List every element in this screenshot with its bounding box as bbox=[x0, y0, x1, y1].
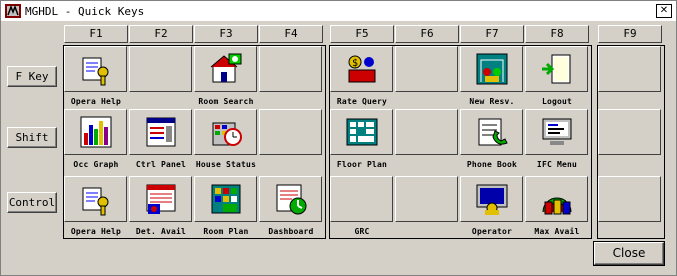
occupancy-graph-icon bbox=[80, 116, 111, 148]
fkey-header-f8: F8 bbox=[525, 25, 589, 43]
title-bar: MGHDL - Quick Keys ✕ bbox=[1, 1, 676, 21]
fkey-header-f3: F3 bbox=[194, 25, 258, 43]
detailed-availability-icon bbox=[146, 184, 175, 214]
quick-keys-window: MGHDL - Quick Keys ✕ F Key Shift Control… bbox=[0, 0, 677, 276]
quick-key-label: Floor Plan bbox=[336, 160, 388, 169]
quick-key-control-f9[interactable] bbox=[598, 176, 661, 222]
quick-key-shift-f4[interactable] bbox=[259, 109, 322, 155]
quick-key-control-f7[interactable] bbox=[460, 176, 523, 222]
quick-key-fkey-f1[interactable] bbox=[64, 46, 127, 92]
quick-key-control-f3[interactable] bbox=[194, 176, 257, 222]
quick-key-shift-f5[interactable] bbox=[330, 109, 393, 155]
logout-door-icon bbox=[541, 54, 570, 84]
quick-key-fkey-f4[interactable] bbox=[259, 46, 322, 92]
svg-text:$: $ bbox=[352, 58, 358, 69]
quick-key-label: Logout bbox=[541, 97, 573, 106]
quick-key-fkey-f3[interactable] bbox=[194, 46, 257, 92]
floor-plan-icon bbox=[346, 118, 377, 146]
max-availability-icon bbox=[542, 197, 571, 215]
room-plan-icon bbox=[211, 184, 240, 214]
quick-key-fkey-f5[interactable]: $ bbox=[330, 46, 393, 92]
quick-key-shift-f7[interactable] bbox=[460, 109, 523, 155]
quick-key-fkey-f8[interactable] bbox=[525, 46, 588, 92]
phone-book-icon bbox=[478, 118, 508, 146]
ifc-menu-icon bbox=[542, 118, 571, 145]
operator-icon bbox=[476, 184, 507, 215]
quick-key-fkey-f2[interactable] bbox=[129, 46, 192, 92]
rate-query-icon: $ bbox=[348, 55, 375, 83]
quick-key-label: GRC bbox=[354, 227, 370, 236]
fkey-row-button[interactable]: F Key bbox=[7, 66, 57, 87]
quick-key-control-f4[interactable] bbox=[259, 176, 322, 222]
quick-key-control-f2[interactable] bbox=[129, 176, 192, 222]
quick-key-shift-f1[interactable] bbox=[64, 109, 127, 155]
quick-key-label: House Status bbox=[195, 160, 257, 169]
quick-key-control-f1[interactable] bbox=[64, 176, 127, 222]
shift-row-button[interactable]: Shift bbox=[7, 127, 57, 148]
fkey-header-f9: F9 bbox=[598, 25, 662, 43]
dashboard-icon bbox=[276, 184, 306, 215]
help-book-key-icon bbox=[82, 187, 108, 216]
help-book-key-icon bbox=[82, 57, 108, 86]
new-reservation-icon bbox=[476, 53, 507, 85]
quick-key-control-f6[interactable] bbox=[395, 176, 458, 222]
fkey-header-f6: F6 bbox=[395, 25, 459, 43]
app-icon bbox=[5, 4, 21, 18]
quick-key-label: Room Search bbox=[198, 97, 254, 106]
quick-key-label: Opera Help bbox=[70, 97, 122, 106]
control-panel-icon bbox=[146, 117, 175, 147]
house-status-icon bbox=[212, 122, 242, 146]
control-row-button[interactable]: Control bbox=[7, 192, 57, 213]
quick-key-fkey-f7[interactable] bbox=[460, 46, 523, 92]
quick-key-control-f8[interactable] bbox=[525, 176, 588, 222]
fkey-header-f5: F5 bbox=[330, 25, 394, 43]
room-search-icon bbox=[210, 53, 241, 83]
quick-key-label: Max Avail bbox=[534, 227, 580, 236]
close-button[interactable]: Close bbox=[594, 242, 664, 265]
quick-key-control-f5[interactable] bbox=[330, 176, 393, 222]
fkey-header-f1: F1 bbox=[64, 25, 128, 43]
quick-key-fkey-f6[interactable] bbox=[395, 46, 458, 92]
quick-key-shift-f2[interactable] bbox=[129, 109, 192, 155]
quick-key-fkey-f9[interactable] bbox=[598, 46, 661, 92]
window-title: MGHDL - Quick Keys bbox=[25, 4, 145, 18]
close-icon[interactable]: ✕ bbox=[656, 4, 672, 18]
quick-key-label: Rate Query bbox=[336, 97, 388, 106]
quick-key-shift-f3[interactable] bbox=[194, 109, 257, 155]
fkey-header-f2: F2 bbox=[129, 25, 193, 43]
fkey-header-f7: F7 bbox=[460, 25, 524, 43]
quick-key-shift-f9[interactable] bbox=[598, 109, 661, 155]
quick-key-shift-f8[interactable] bbox=[525, 109, 588, 155]
quick-key-label: IFC Menu bbox=[536, 160, 578, 169]
quick-key-shift-f6[interactable] bbox=[395, 109, 458, 155]
fkey-header-f4: F4 bbox=[259, 25, 323, 43]
